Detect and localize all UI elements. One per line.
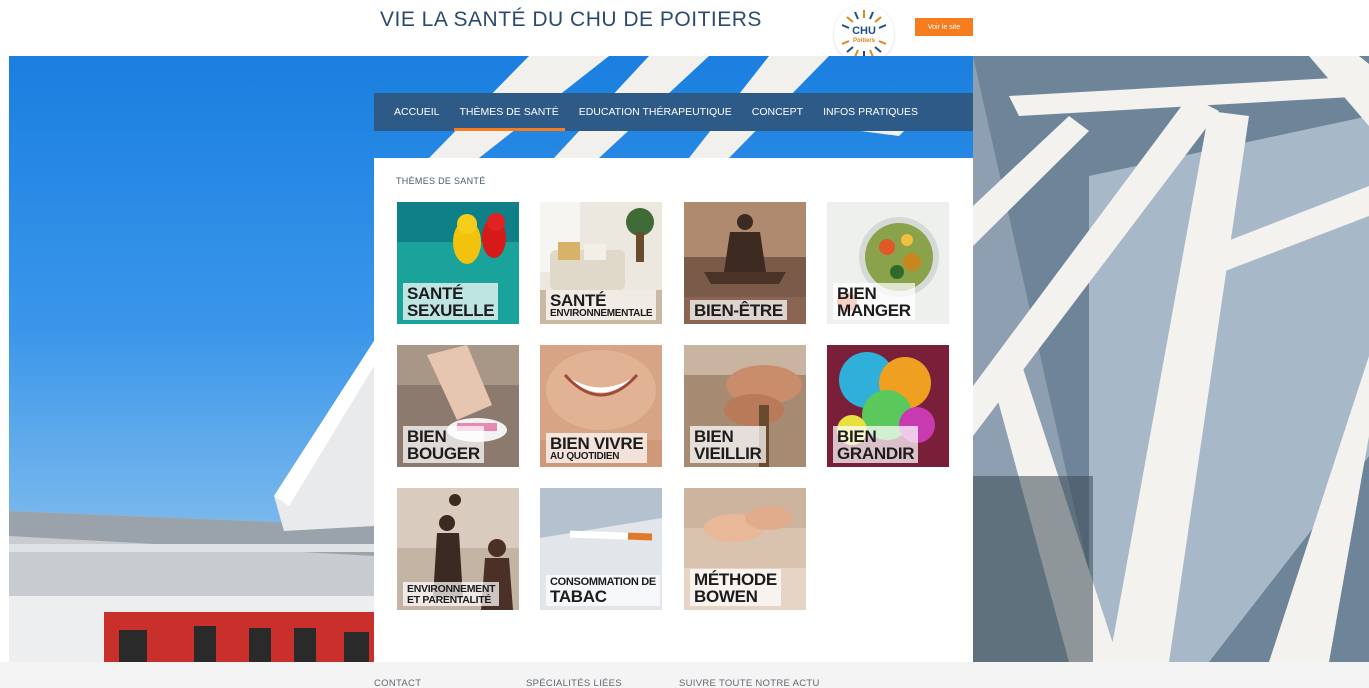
tile-bien-bouger[interactable]: BIEN BOUGER xyxy=(397,345,519,467)
nav-accueil[interactable]: ACCUEIL xyxy=(384,93,450,131)
tile-label: BIEN-ÊTRE xyxy=(690,300,787,320)
tile-label: BIEN BOUGER xyxy=(403,426,484,463)
tile-bien-grandir[interactable]: BIEN GRANDIR xyxy=(827,345,949,467)
footer-actu-link[interactable]: SUIVRE TOUTE NOTRE ACTU xyxy=(679,678,820,688)
footer-specialites-link[interactable]: SPÉCIALITÉS LIÉES xyxy=(526,678,622,688)
visit-site-button[interactable]: Voir le site xyxy=(915,18,973,36)
nav-infos-pratiques[interactable]: INFOS PRATIQUES xyxy=(813,93,928,131)
tile-methode-bowen[interactable]: MÉTHODE BOWEN xyxy=(684,488,806,610)
section-title: THÈMES DE SANTÉ xyxy=(396,176,486,186)
tile-label: MÉTHODE BOWEN xyxy=(690,569,781,606)
tile-environnement-et-parentalite[interactable]: ENVIRONNEMENT ET PARENTALITÉ xyxy=(397,488,519,610)
chu-poitiers-logo[interactable]: CHU Poitiers xyxy=(834,4,894,64)
tile-bien-vieillir[interactable]: BIEN VIEILLIR xyxy=(684,345,806,467)
tile-label: BIEN VIEILLIR xyxy=(690,426,766,463)
tile-label: SANTÉ SEXUELLE xyxy=(403,283,499,320)
tile-label: BIEN GRANDIR xyxy=(833,426,919,463)
tile-label: BIEN VIVRE AU QUOTIDIEN xyxy=(546,433,648,463)
tile-label: CONSOMMATION DE TABAC xyxy=(546,575,660,606)
logo-chu-text: CHU xyxy=(852,25,876,37)
tile-consommation-de-tabac[interactable]: CONSOMMATION DE TABAC xyxy=(540,488,662,610)
logo-city-text: Poitiers xyxy=(852,38,875,44)
main-navigation: ACCUEIL THÈMES DE SANTÉ EDUCATION THÉRAP… xyxy=(374,93,973,131)
tile-bien-vivre-au-quotidien[interactable]: BIEN VIVRE AU QUOTIDIEN xyxy=(540,345,662,467)
tile-bien-manger[interactable]: BIEN MANGER xyxy=(827,202,949,324)
tile-sante-environnementale[interactable]: SANTÉ ENVIRONNEMENTALE xyxy=(540,202,662,324)
footer-contact-link[interactable]: CONTACT xyxy=(374,678,421,688)
tile-label: BIEN MANGER xyxy=(833,283,915,320)
themes-panel: THÈMES DE SANTÉ SANTÉ SEXUELLE SANTÉ ENV… xyxy=(374,158,973,662)
tile-bien-etre[interactable]: BIEN-ÊTRE xyxy=(684,202,806,324)
nav-education-therapeutique[interactable]: EDUCATION THÉRAPEUTIQUE xyxy=(569,93,742,131)
tile-label: ENVIRONNEMENT ET PARENTALITÉ xyxy=(403,582,500,606)
tile-label: SANTÉ ENVIRONNEMENTALE xyxy=(546,290,657,320)
tile-sante-sexuelle[interactable]: SANTÉ SEXUELLE xyxy=(397,202,519,324)
nav-concept[interactable]: CONCEPT xyxy=(742,93,813,131)
site-title: VIE LA SANTÉ DU CHU DE POITIERS xyxy=(380,8,762,31)
nav-themes-de-sante[interactable]: THÈMES DE SANTÉ xyxy=(450,93,569,131)
